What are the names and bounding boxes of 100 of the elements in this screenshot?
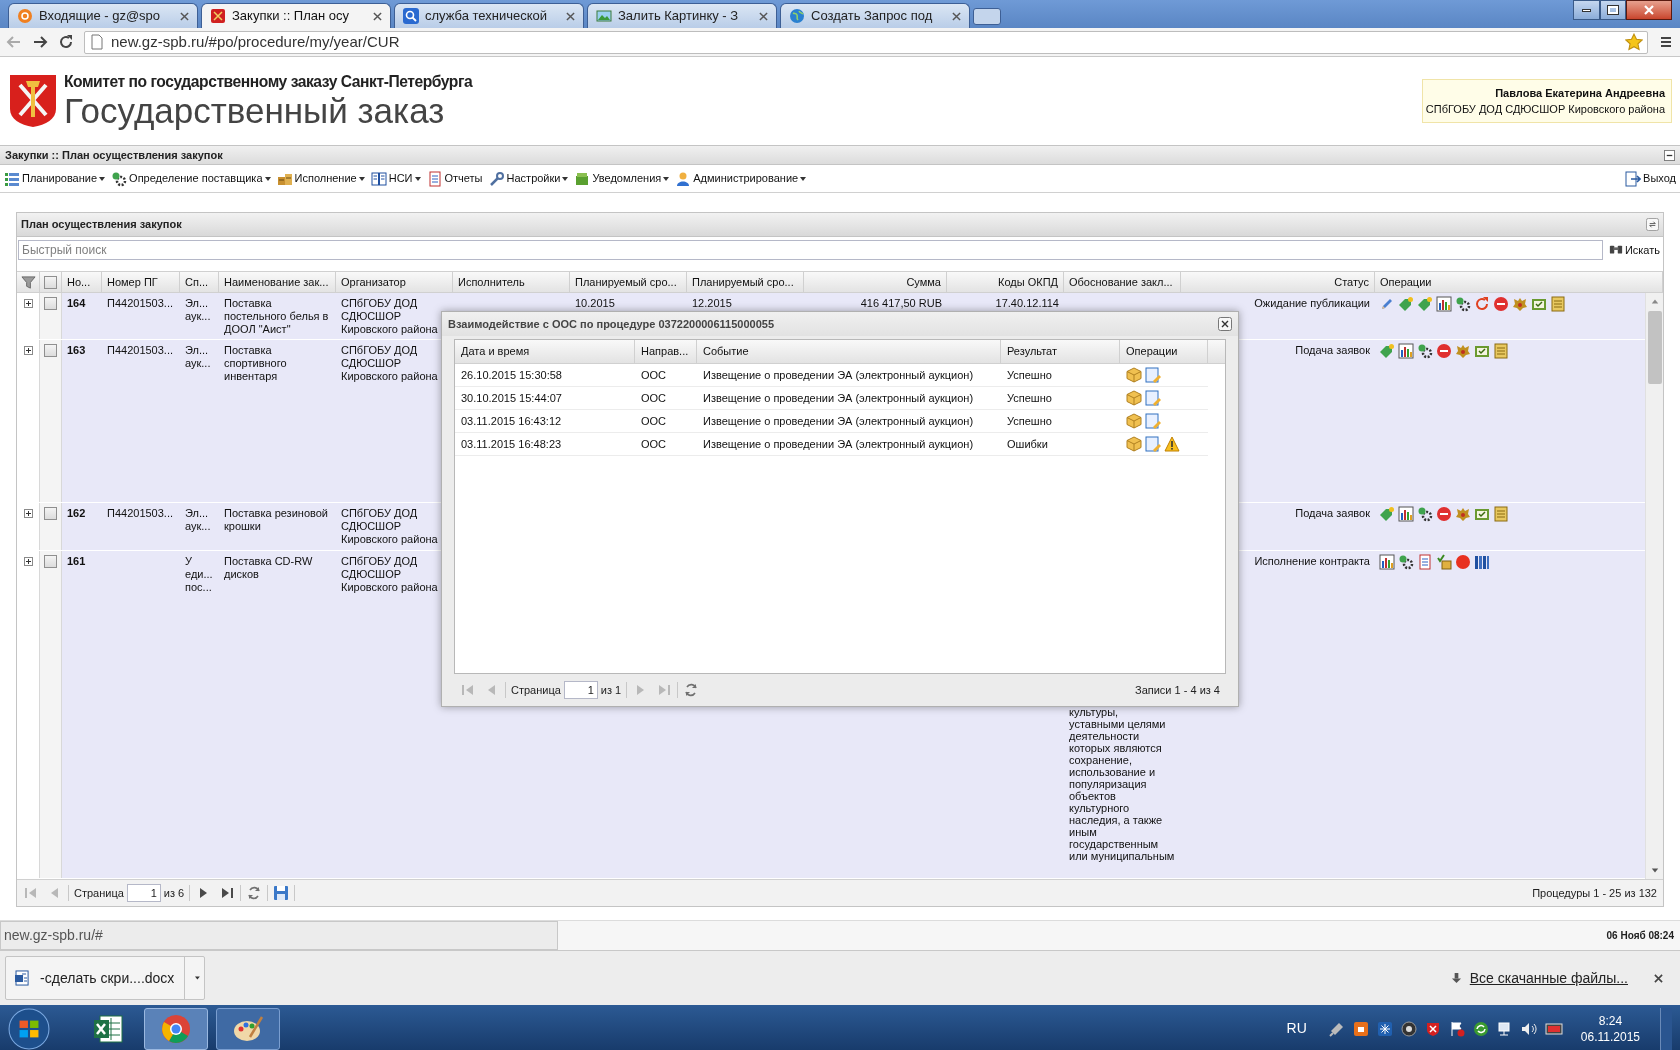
browser-tab[interactable]: Входящие - gz@spo <box>8 3 198 28</box>
new-tab-button[interactable] <box>973 8 1001 25</box>
refresh-icon[interactable] <box>683 682 700 698</box>
checkbox[interactable] <box>44 297 57 310</box>
tag-icon[interactable] <box>1379 506 1395 522</box>
stop-icon[interactable] <box>1436 506 1452 522</box>
gears-icon[interactable] <box>1455 296 1471 312</box>
column-header[interactable]: Исполнитель <box>453 272 570 292</box>
filter-icon[interactable] <box>20 274 36 290</box>
close-icon[interactable] <box>1218 317 1232 331</box>
column-header[interactable]: Организатор <box>336 272 453 292</box>
checkbox[interactable] <box>44 555 57 568</box>
expand-icon[interactable] <box>23 557 33 566</box>
refresh-icon[interactable] <box>1646 218 1659 231</box>
power-icon[interactable] <box>1544 1020 1565 1037</box>
browser-tab[interactable]: Создать Запрос под <box>780 3 970 28</box>
expand-icon[interactable] <box>23 346 33 355</box>
close-icon[interactable] <box>566 11 575 21</box>
close-icon[interactable] <box>952 11 961 21</box>
search-button[interactable]: Искать <box>1606 240 1662 260</box>
tag-icon[interactable] <box>1379 343 1395 359</box>
cup-icon[interactable] <box>1352 1020 1369 1037</box>
reload-icon[interactable] <box>58 34 74 50</box>
stop-icon[interactable] <box>1436 343 1452 359</box>
refresh-icon[interactable] <box>246 885 263 901</box>
sync-icon[interactable] <box>1472 1020 1489 1037</box>
checkbox[interactable] <box>44 344 57 357</box>
scroll-up-icon[interactable] <box>1650 298 1659 306</box>
eagle-emblem-icon[interactable] <box>1455 343 1471 359</box>
menu-button[interactable]: НСИ <box>370 168 421 189</box>
menu-button[interactable]: Определение поставщика <box>111 168 271 189</box>
menu-icon[interactable] <box>1658 34 1674 50</box>
all-downloads-link[interactable]: Все скачанные файлы... <box>1469 967 1628 989</box>
stop-icon[interactable] <box>1493 296 1509 312</box>
column-header[interactable]: Коды ОКПД <box>947 272 1064 292</box>
menu-button[interactable]: Планирование <box>4 168 106 189</box>
column-header[interactable]: Обоснование закл... <box>1064 272 1181 292</box>
tag-icon[interactable] <box>1398 296 1414 312</box>
close-icon[interactable] <box>759 11 768 21</box>
close-icon[interactable] <box>1654 973 1663 983</box>
column-header[interactable]: Операции <box>1120 340 1208 363</box>
page-number-field[interactable]: 1 <box>563 681 598 699</box>
column-header[interactable]: Номер ПГ <box>102 272 180 292</box>
eagle-emblem-icon[interactable] <box>1455 506 1471 522</box>
page-number-field[interactable]: 1 <box>126 884 161 902</box>
scrollbar[interactable] <box>1645 293 1663 879</box>
pencil-icon[interactable] <box>1379 296 1395 312</box>
checked-form-icon[interactable] <box>1531 296 1547 312</box>
browser-tab[interactable]: служба технической <box>394 3 584 28</box>
checked-form-icon[interactable] <box>1474 343 1490 359</box>
network-icon[interactable] <box>1496 1020 1513 1037</box>
browser-tab[interactable]: Залить Картинку - З <box>587 3 777 28</box>
checked-form-icon[interactable] <box>1474 506 1490 522</box>
dial-icon[interactable] <box>1400 1020 1417 1037</box>
download-item[interactable]: -сделать скри....docx <box>5 956 205 1000</box>
column-header[interactable]: Дата и время <box>455 340 635 363</box>
package-icon[interactable] <box>1126 390 1142 406</box>
checkbox[interactable] <box>44 275 57 289</box>
column-header[interactable]: Сп... <box>180 272 219 292</box>
star-icon[interactable] <box>1625 33 1643 51</box>
gears-icon[interactable] <box>1417 506 1433 522</box>
flag-icon[interactable] <box>1448 1020 1465 1037</box>
gears-icon[interactable] <box>1417 343 1433 359</box>
column-header[interactable]: Операции <box>1375 272 1663 292</box>
scrollbar-thumb[interactable] <box>1647 311 1662 384</box>
column-header[interactable]: Событие <box>697 340 1001 363</box>
browser-tab[interactable]: Закупки :: План осу <box>201 3 391 28</box>
column-header[interactable]: Наименование зак... <box>219 272 336 292</box>
start-button[interactable] <box>8 1007 50 1050</box>
shield-icon[interactable] <box>1424 1020 1441 1037</box>
bar-chart-icon[interactable] <box>1398 343 1414 359</box>
refresh-icon[interactable] <box>1474 296 1490 312</box>
scroll-down-icon[interactable] <box>1650 866 1659 874</box>
column-header[interactable]: Но... <box>62 272 102 292</box>
address-field[interactable]: new.gz-spb.ru/#po/procedure/my/year/CUR <box>84 30 1648 54</box>
forward-icon[interactable] <box>32 34 48 50</box>
menu-button[interactable]: Настройки <box>488 168 569 189</box>
bar-chart-icon[interactable] <box>1398 506 1414 522</box>
close-button[interactable] <box>1626 0 1672 20</box>
gears-icon[interactable] <box>1398 554 1414 570</box>
expand-icon[interactable] <box>23 299 33 308</box>
maximize-button[interactable] <box>1600 0 1626 20</box>
checkbox[interactable] <box>44 507 57 520</box>
package-icon[interactable] <box>1126 367 1142 383</box>
eagle-emblem-icon[interactable] <box>1512 296 1528 312</box>
collapse-icon[interactable] <box>1664 149 1675 161</box>
exit-button[interactable]: Выход <box>1625 170 1676 187</box>
column-header[interactable]: Планируемый сро... <box>687 272 804 292</box>
language-indicator[interactable]: RU <box>1286 1018 1307 1039</box>
expand-icon[interactable] <box>23 509 33 518</box>
column-header[interactable]: Сумма <box>804 272 947 292</box>
column-header[interactable]: Статус <box>1181 272 1375 292</box>
close-icon[interactable] <box>180 11 189 21</box>
warning-icon[interactable] <box>1164 436 1180 452</box>
binders-icon[interactable] <box>1474 554 1490 570</box>
bar-chart-icon[interactable] <box>1436 296 1452 312</box>
minimize-button[interactable] <box>1573 0 1600 20</box>
menu-button[interactable]: Исполнение <box>276 168 365 189</box>
column-header[interactable]: Планируемый сро... <box>570 272 687 292</box>
save-icon[interactable] <box>273 885 290 901</box>
